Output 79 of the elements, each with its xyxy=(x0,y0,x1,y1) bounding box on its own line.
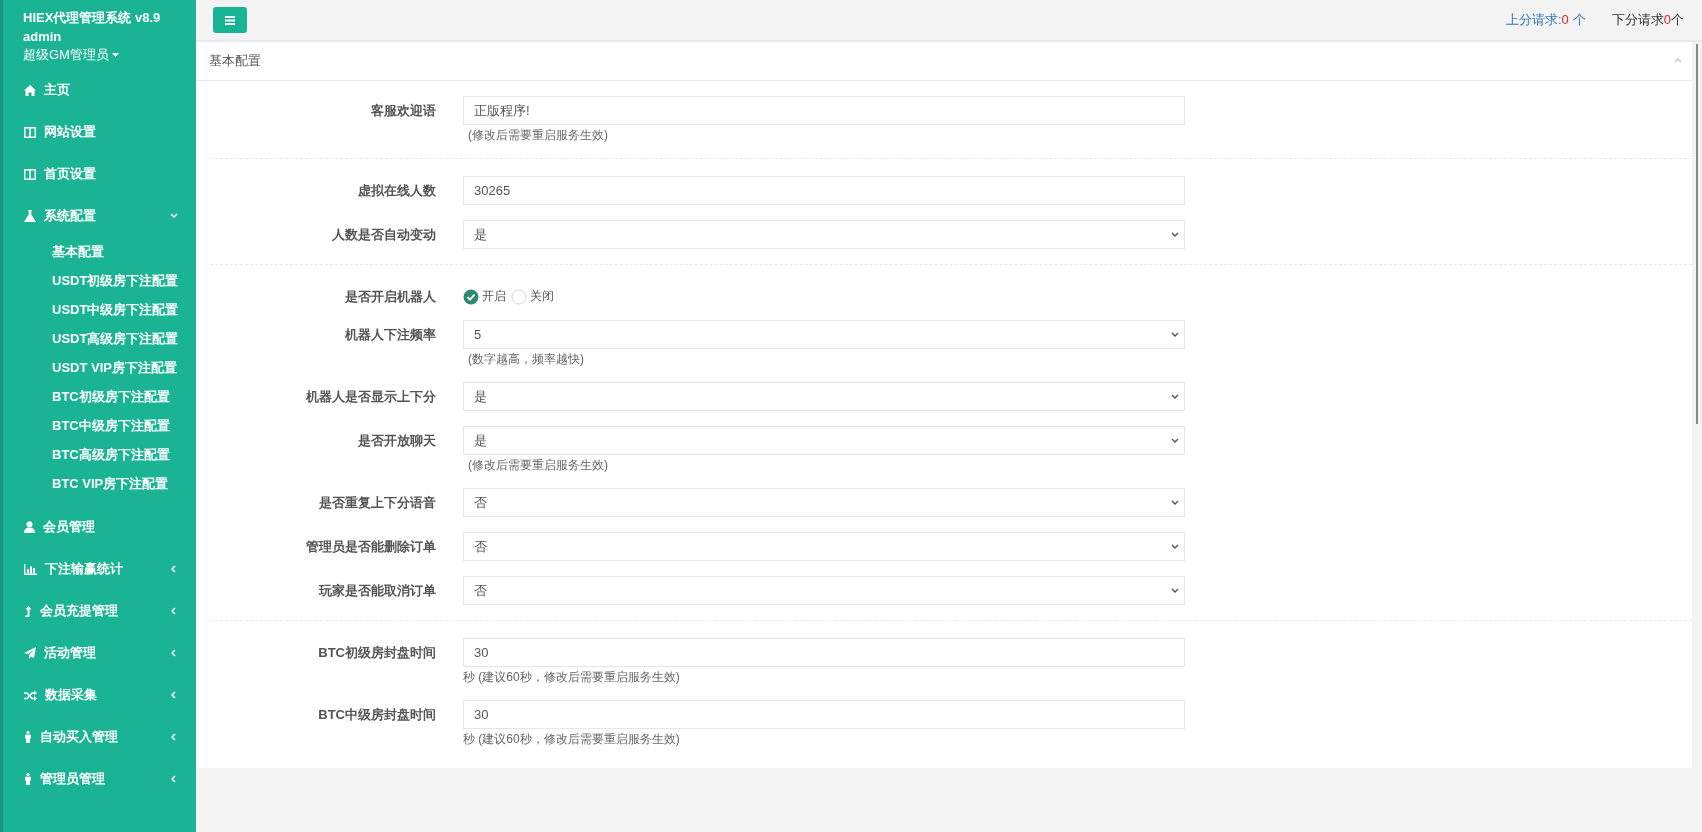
nav-item[interactable]: 网站设置 xyxy=(3,111,196,153)
help-text: (修改后需要重启服务生效) xyxy=(467,457,608,473)
collapse-icon[interactable] xyxy=(1674,57,1682,65)
select-field[interactable]: 否 xyxy=(463,532,1185,561)
help-text: 秒 (建议60秒，修改后需要重启服务生效) xyxy=(463,669,680,685)
radio-option[interactable]: 关闭 xyxy=(511,288,554,305)
nav-item[interactable]: 数据采集 xyxy=(3,674,196,716)
select-field[interactable]: 否 xyxy=(463,488,1185,517)
select-field[interactable]: 否 xyxy=(463,576,1185,605)
caret-icon xyxy=(111,52,119,57)
field-label: 客服欢迎语 xyxy=(370,102,436,120)
nav-item[interactable]: 自动买入管理 xyxy=(3,716,196,758)
scrollbar-thumb[interactable] xyxy=(1696,44,1698,424)
request-counter[interactable]: 下分请求0个 xyxy=(1611,11,1684,29)
submenu-item[interactable]: USDT高级房下注配置 xyxy=(3,324,179,353)
panel-title: 基本配置 xyxy=(209,52,261,70)
nav-item[interactable]: 管理员管理 xyxy=(3,758,196,800)
help-text: (修改后需要重启服务生效) xyxy=(467,127,608,143)
nav-item[interactable]: 主页 xyxy=(3,69,196,111)
chevron-down-icon xyxy=(1171,542,1179,551)
field-label: 管理员是否能删除订单 xyxy=(305,538,436,556)
submenu-item[interactable]: BTC初级房下注配置 xyxy=(3,382,170,411)
shuffle-icon xyxy=(24,689,37,701)
home-icon xyxy=(24,84,36,96)
nav-item[interactable]: 下注输赢统计 xyxy=(3,548,196,590)
role-dropdown[interactable]: 超级GM管理员 xyxy=(23,46,119,63)
select-field[interactable]: 是 xyxy=(463,426,1185,455)
input-field[interactable]: 30 xyxy=(463,638,1185,667)
paper-plane-icon xyxy=(24,647,36,659)
radio-option[interactable]: 开启 xyxy=(463,288,506,305)
select-field[interactable]: 是 xyxy=(463,382,1185,411)
field-label: 机器人是否显示上下分 xyxy=(304,388,436,406)
person-icon xyxy=(24,773,32,785)
nav-item[interactable]: 活动管理 xyxy=(3,632,196,674)
field-label: BTC初级房封盘时间 xyxy=(317,644,436,662)
nav-item[interactable]: 系统配置 xyxy=(3,195,196,237)
field-label: 是否重复上下分语音 xyxy=(318,494,436,512)
input-field[interactable]: 30265 xyxy=(463,176,1185,205)
field-label: 是否开放聊天 xyxy=(357,432,436,450)
user-name: admin xyxy=(23,28,63,46)
select-field[interactable]: 5 xyxy=(463,320,1185,349)
submenu-item[interactable]: BTC高级房下注配置 xyxy=(3,440,170,469)
chevron-down-icon xyxy=(1171,230,1179,239)
field-label: 人数是否自动变动 xyxy=(331,226,436,244)
columns-icon xyxy=(24,168,36,180)
field-label: 虚拟在线人数 xyxy=(357,182,436,200)
chevron-down-icon xyxy=(1171,392,1179,401)
bar-chart-icon xyxy=(24,563,37,575)
flask-icon xyxy=(24,210,36,222)
chevron-down-icon xyxy=(1171,330,1179,339)
field-label: 是否开启机器人 xyxy=(344,288,436,305)
submenu-item[interactable]: 基本配置 xyxy=(3,237,104,266)
nav-item[interactable]: 会员充提管理 xyxy=(3,590,196,632)
nav-item[interactable]: 首页设置 xyxy=(3,153,196,195)
chevron-down-icon xyxy=(1171,498,1179,507)
chevron-down-icon xyxy=(1171,586,1179,595)
menu-button[interactable] xyxy=(213,7,247,33)
input-field[interactable]: 正版程序! xyxy=(463,96,1185,125)
person-icon xyxy=(24,731,32,743)
field-label: BTC中级房封盘时间 xyxy=(317,706,436,724)
field-label: 机器人下注频率 xyxy=(343,326,436,344)
columns-icon xyxy=(24,126,36,138)
app-title: HIEX代理管理系统 v8.9 xyxy=(23,9,162,26)
nav-item[interactable]: 会员管理 xyxy=(3,506,196,548)
user-icon xyxy=(24,521,35,533)
menu-icon xyxy=(225,15,235,25)
submenu-item[interactable]: BTC VIP房下注配置 xyxy=(3,469,169,498)
chevron-down-icon xyxy=(1171,436,1179,445)
field-label: 玩家是否能取消订单 xyxy=(317,582,436,600)
input-field[interactable]: 30 xyxy=(463,700,1185,729)
submenu-item[interactable]: USDT VIP房下注配置 xyxy=(3,353,177,382)
select-field[interactable]: 是 xyxy=(463,220,1185,249)
help-text: (数字越高，频率越快) xyxy=(467,351,584,367)
help-text: 秒 (建议60秒，修改后需要重启服务生效) xyxy=(463,731,680,747)
submenu-item[interactable]: USDT中级房下注配置 xyxy=(3,295,179,324)
submenu-item[interactable]: USDT初级房下注配置 xyxy=(3,266,179,295)
request-counter[interactable]: 上分请求:0 个 xyxy=(1505,11,1586,29)
submenu-item[interactable]: BTC中级房下注配置 xyxy=(3,411,170,440)
arrow-up-icon xyxy=(24,605,32,617)
